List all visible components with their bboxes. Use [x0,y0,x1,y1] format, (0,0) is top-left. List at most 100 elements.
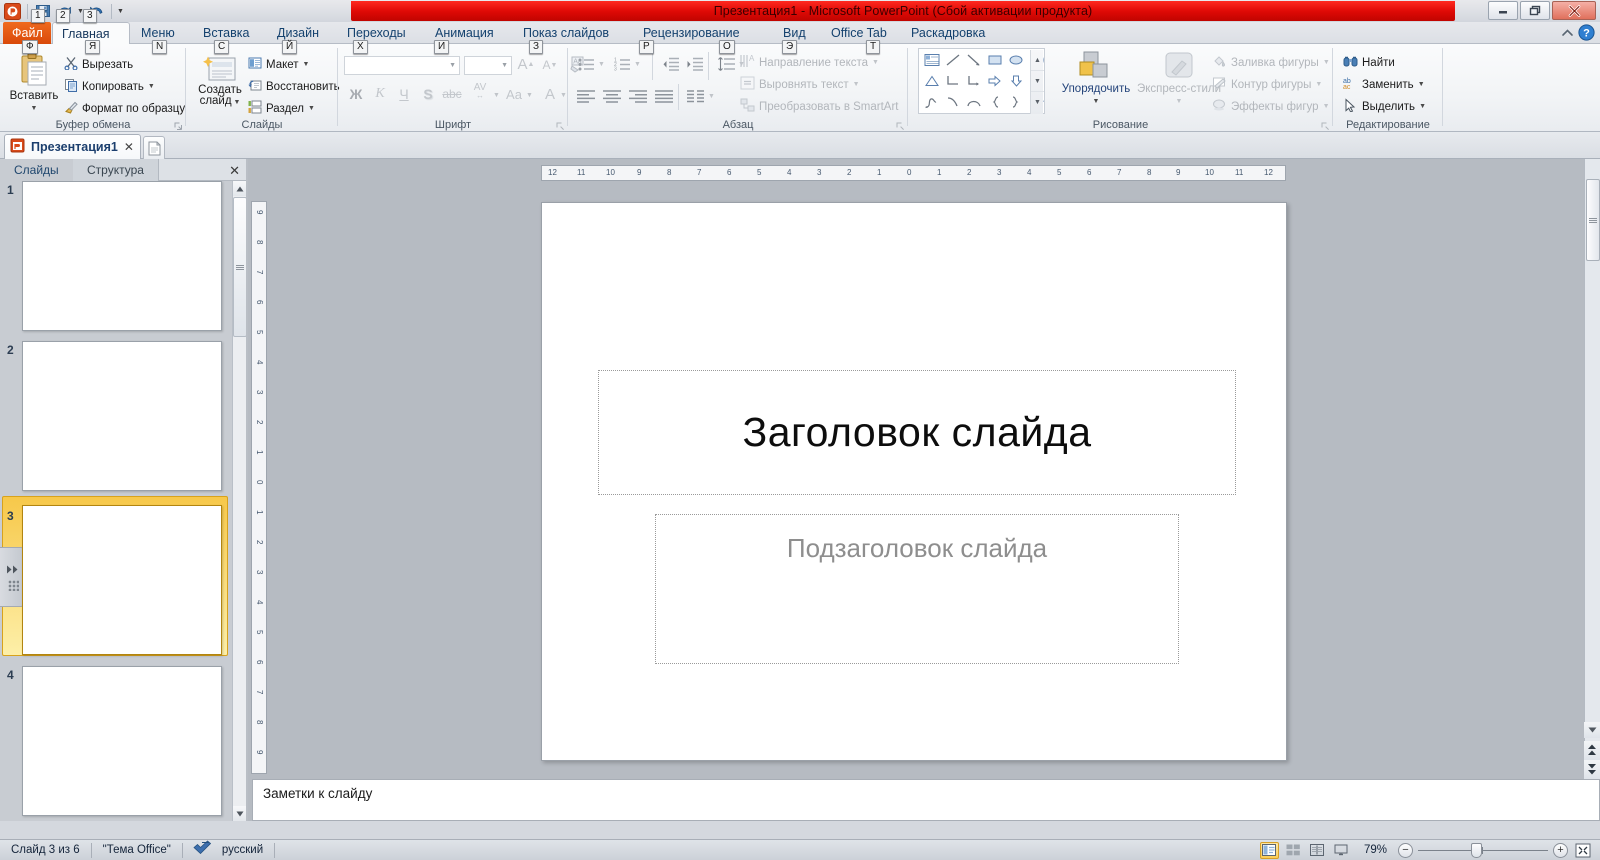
shape-line-icon[interactable] [942,50,963,70]
text-shadow-button[interactable]: S [418,84,438,104]
replace-button[interactable]: ab ac Заменить ▼ [1343,76,1425,93]
font-color-button[interactable]: A [540,84,560,104]
tab-storyboarding[interactable]: Раскадровка [902,22,1012,44]
shape-triangle-icon[interactable] [921,71,942,91]
help-icon[interactable]: ? [1578,24,1595,44]
tab-transitions[interactable]: Переходы [338,22,426,44]
shrink-font-button[interactable]: A ▼ [540,55,560,75]
shape-arc-icon[interactable] [963,92,984,112]
shape-right-arrow-icon[interactable] [984,71,1005,91]
align-text-dropdown-arrow[interactable]: ▼ [853,81,860,88]
zoom-in-button[interactable]: + [1553,842,1568,858]
strikethrough-button[interactable]: abc [442,84,462,104]
fit-window-icon[interactable] [1573,842,1592,859]
thumbnail-preview[interactable] [22,666,222,816]
notes-pane[interactable]: Заметки к слайду [252,779,1600,821]
bullets-icon[interactable] [576,54,596,74]
scroll-up-button[interactable] [233,181,247,196]
font-color-dropdown-arrow[interactable]: ▼ [560,92,567,99]
reading-view-button[interactable] [1308,842,1327,859]
language-status[interactable]: русский [183,839,274,860]
slide-canvas[interactable]: Заголовок слайда Подзаголовок слайда [541,202,1287,761]
section-dropdown-arrow[interactable]: ▼ [308,105,315,112]
minimize-button[interactable] [1488,1,1518,20]
zoom-slider[interactable] [1418,842,1548,859]
thumbnail-item-2[interactable]: 2 [0,341,232,501]
shape-effects-dropdown-arrow[interactable]: ▼ [1323,103,1330,110]
align-justify-icon[interactable] [654,86,674,106]
shape-fill-button[interactable]: Заливка фигуры ▼ [1212,54,1330,71]
layout-dropdown-arrow[interactable]: ▼ [303,61,310,68]
shape-outline-button[interactable]: Контур фигуры ▼ [1212,76,1322,93]
find-button[interactable]: Найти [1343,54,1395,71]
new-slide-button[interactable]: Создать слайд ▼ [192,54,248,108]
paragraph-dialog-launcher[interactable] [895,120,905,130]
change-case-dropdown-arrow[interactable]: ▼ [526,92,533,99]
convert-to-smartart-button[interactable]: Преобразовать в SmartArt [740,98,899,115]
slides-panel-close-icon[interactable]: ✕ [229,163,240,179]
decrease-indent-icon[interactable] [660,54,680,74]
zoom-out-button[interactable]: − [1398,842,1413,858]
theme-name[interactable]: "Тема Office" [92,840,182,860]
shape-elbow-arrow-icon[interactable] [963,71,984,91]
slides-scrollbar-thumb[interactable] [233,197,247,337]
shapes-gallery-scrollbar[interactable]: ▲ ▼ ▼ [1030,50,1044,114]
slides-panel-scrollbar[interactable] [232,181,247,821]
shape-left-brace-icon[interactable] [984,92,1005,112]
slide-counter[interactable]: Слайд 3 из 6 [0,840,91,860]
thumbnail-preview[interactable] [22,505,222,655]
previous-slide-button[interactable] [1584,741,1600,760]
shape-elbow-connector-icon[interactable] [942,71,963,91]
copy-button[interactable]: Копировать ▼ [64,78,155,95]
copy-dropdown-arrow[interactable]: ▼ [148,83,155,90]
thumbnail-item-4[interactable]: 4 [0,666,232,821]
bold-button[interactable]: Ж [346,84,366,104]
close-button[interactable] [1552,1,1596,20]
slideshow-view-button[interactable] [1332,842,1351,859]
zoom-level-label[interactable]: 79% [1356,840,1393,860]
shape-effects-button[interactable]: Эффекты фигур ▼ [1212,98,1330,115]
tab-review[interactable]: Рецензирование [634,22,774,44]
replace-dropdown-arrow[interactable]: ▼ [1418,81,1425,88]
font-dialog-launcher[interactable] [555,120,565,130]
bullets-dropdown-arrow[interactable]: ▼ [598,61,605,68]
tab-office-tab[interactable]: Office Tab [822,22,902,44]
line-spacing-icon[interactable] [716,54,736,74]
gallery-scroll-up-button[interactable]: ▲ [1031,50,1044,71]
document-tab-close-icon[interactable]: ✕ [124,140,134,154]
numbering-icon[interactable]: 123 [612,54,632,74]
slide-sorter-view-button[interactable] [1284,842,1303,859]
select-dropdown-arrow[interactable]: ▼ [1419,103,1426,110]
layout-button[interactable]: Макет ▼ [248,56,309,73]
shape-right-brace-icon[interactable] [1005,92,1026,112]
character-spacing-button[interactable]: AV ↔ [466,82,494,102]
quick-styles-button[interactable]: Экспресс-стили ▼ [1136,50,1222,108]
tab-slides[interactable]: Слайды [0,159,74,181]
collapse-ribbon-icon[interactable] [1561,27,1574,41]
document-tab-presentation1[interactable]: Презентация1 ✕ [4,134,141,159]
scroll-down-button[interactable] [1584,722,1600,738]
horizontal-ruler[interactable]: 12 11 10 9 8 7 6 5 4 3 2 1 0 1 2 3 4 5 6… [541,165,1286,181]
next-slide-button[interactable] [1584,760,1600,779]
font-name-dropdown-arrow[interactable]: ▼ [449,62,456,69]
thumbnail-item-1[interactable]: 1 [0,181,232,341]
thumbnail-preview[interactable] [22,181,222,331]
columns-icon[interactable] [686,86,706,106]
gallery-scroll-down-button[interactable]: ▼ [1031,71,1044,92]
slide-area-scrollbar[interactable] [1584,159,1600,753]
tab-insert[interactable]: Вставка [194,22,268,44]
vertical-ruler[interactable]: 9 8 7 6 5 4 3 2 1 0 1 2 3 4 5 6 7 8 9 [251,201,267,774]
font-size-input[interactable]: ▼ [464,56,512,75]
notes-splitter[interactable] [248,771,1600,776]
zoom-slider-handle[interactable] [1471,842,1482,858]
font-size-dropdown-arrow[interactable]: ▼ [501,62,508,69]
shape-rectangle-icon[interactable] [984,50,1005,70]
text-direction-button[interactable]: A Направление текста ▼ [740,54,879,71]
cut-button[interactable]: Вырезать [64,56,133,73]
text-direction-dropdown-arrow[interactable]: ▼ [872,59,879,66]
slide-scrollbar-thumb[interactable] [1586,179,1600,261]
subtitle-placeholder[interactable]: Подзаголовок слайда [655,514,1179,664]
align-center-icon[interactable] [602,86,622,106]
shape-curve-icon[interactable] [942,92,963,112]
gallery-more-button[interactable]: ▼ [1031,92,1044,113]
